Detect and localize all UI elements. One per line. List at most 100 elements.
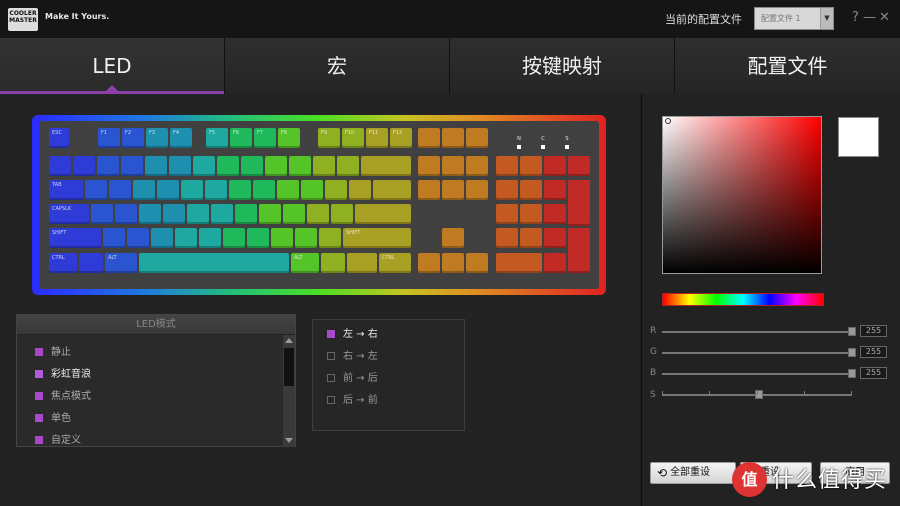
keyboard-key[interactable] <box>418 180 440 200</box>
keyboard-key[interactable] <box>544 253 566 273</box>
color-picker-cursor[interactable] <box>665 118 671 124</box>
keyboard-key[interactable]: F4 <box>170 128 192 148</box>
scroll-thumb[interactable] <box>284 348 294 386</box>
saturation-value-picker[interactable] <box>662 116 822 274</box>
keyboard-key[interactable] <box>289 156 311 176</box>
tab-key-mapping[interactable]: 按键映射 <box>450 38 675 94</box>
keyboard-key[interactable] <box>466 180 488 200</box>
keyboard-key[interactable]: F6 <box>230 128 252 148</box>
blue-value[interactable]: 255 <box>860 367 887 379</box>
keyboard-key[interactable] <box>139 253 289 273</box>
keyboard-key[interactable] <box>151 228 173 248</box>
keyboard-key[interactable] <box>373 180 411 200</box>
keyboard-key[interactable] <box>199 228 221 248</box>
keyboard-key[interactable] <box>133 180 155 200</box>
keyboard-key[interactable] <box>277 180 299 200</box>
chevron-down-icon[interactable]: ▼ <box>820 8 833 29</box>
keyboard-key[interactable] <box>265 156 287 176</box>
keyboard-key[interactable] <box>418 128 440 148</box>
tab-profile[interactable]: 配置文件 <box>675 38 900 94</box>
keyboard-key[interactable] <box>466 128 488 148</box>
keyboard-key[interactable]: F10 <box>342 128 364 148</box>
keyboard-key[interactable]: ALT <box>291 253 319 273</box>
keyboard-key[interactable] <box>544 228 566 248</box>
keyboard-key[interactable] <box>307 204 329 224</box>
direction-front-to-back[interactable]: 前 → 后 <box>327 369 378 384</box>
keyboard-key[interactable] <box>271 228 293 248</box>
keyboard-key[interactable] <box>187 204 209 224</box>
keyboard-key[interactable] <box>520 228 542 248</box>
keyboard-key[interactable] <box>568 228 590 273</box>
led-mode-static[interactable]: 静止 <box>35 343 71 358</box>
keyboard-key[interactable] <box>442 156 464 176</box>
keyboard-key[interactable]: SHIFT <box>49 228 101 248</box>
hue-slider[interactable] <box>662 293 824 306</box>
keyboard-key[interactable] <box>85 180 107 200</box>
keyboard-key[interactable] <box>442 253 464 273</box>
keyboard-key[interactable] <box>319 228 341 248</box>
keyboard-key[interactable] <box>205 180 227 200</box>
keyboard-key[interactable] <box>321 253 345 273</box>
keyboard-key[interactable] <box>442 228 464 248</box>
keyboard-key[interactable] <box>355 204 411 224</box>
keyboard-key[interactable] <box>175 228 197 248</box>
keyboard-key[interactable] <box>496 228 518 248</box>
keyboard-key[interactable] <box>544 180 566 200</box>
keyboard-key[interactable] <box>193 156 215 176</box>
tab-macro[interactable]: 宏 <box>225 38 450 94</box>
keyboard-key[interactable] <box>157 180 179 200</box>
keyboard-key[interactable]: TAB <box>49 180 83 200</box>
keyboard-key[interactable] <box>241 156 263 176</box>
keyboard-key[interactable] <box>115 204 137 224</box>
help-icon[interactable]: ? <box>852 10 859 25</box>
keyboard-key[interactable] <box>442 180 464 200</box>
keyboard-key[interactable] <box>442 128 464 148</box>
keyboard-key[interactable]: F1 <box>98 128 120 148</box>
keyboard-key[interactable]: F12 <box>390 128 412 148</box>
keyboard-key[interactable] <box>325 180 347 200</box>
green-value[interactable]: 255 <box>860 346 887 358</box>
keyboard-key[interactable] <box>223 228 245 248</box>
led-mode-custom[interactable]: 自定义 <box>35 431 81 446</box>
keyboard-key[interactable] <box>347 253 377 273</box>
keyboard-key[interactable] <box>466 156 488 176</box>
keyboard-key[interactable]: F9 <box>318 128 340 148</box>
keyboard-key[interactable] <box>544 156 566 176</box>
keyboard-key[interactable] <box>496 204 518 224</box>
keyboard-key[interactable] <box>313 156 335 176</box>
keyboard-key[interactable] <box>97 156 119 176</box>
keyboard-key[interactable] <box>163 204 185 224</box>
keyboard-key[interactable] <box>283 204 305 224</box>
keyboard-key[interactable] <box>520 156 542 176</box>
reset-all-button[interactable]: ⟲ 全部重设 <box>650 462 736 484</box>
keyboard-key[interactable]: ALT <box>105 253 137 273</box>
green-slider-thumb[interactable] <box>848 348 856 357</box>
led-mode-focus[interactable]: 焦点模式 <box>35 387 91 402</box>
keyboard-key[interactable] <box>247 228 269 248</box>
direction-right-to-left[interactable]: 右 → 左 <box>327 347 378 362</box>
keyboard-key[interactable] <box>145 156 167 176</box>
keyboard-key[interactable] <box>544 204 566 224</box>
keyboard-key[interactable] <box>418 253 440 273</box>
led-mode-single-color[interactable]: 单色 <box>35 409 71 424</box>
keyboard-key[interactable]: F2 <box>122 128 144 148</box>
keyboard-key[interactable]: SHIFT <box>343 228 411 248</box>
keyboard-key[interactable] <box>568 156 590 176</box>
keyboard-key[interactable] <box>466 253 488 273</box>
keyboard-key[interactable]: CAPSLK <box>49 204 89 224</box>
direction-left-to-right[interactable]: 左 → 右 <box>327 325 378 340</box>
keyboard-key[interactable]: CTRL <box>49 253 77 273</box>
keyboard-key[interactable] <box>79 253 103 273</box>
profile-dropdown[interactable]: 配置文件 1 ▼ <box>754 7 834 30</box>
keyboard-key[interactable] <box>127 228 149 248</box>
keyboard-key[interactable] <box>361 156 411 176</box>
red-value[interactable]: 255 <box>860 325 887 337</box>
blue-slider[interactable] <box>662 373 852 375</box>
keyboard-key[interactable] <box>496 253 542 273</box>
keyboard-key[interactable] <box>211 204 233 224</box>
blue-slider-thumb[interactable] <box>848 369 856 378</box>
keyboard-key[interactable]: CTRL <box>379 253 411 273</box>
scroll-up-icon[interactable] <box>285 338 293 343</box>
direction-back-to-front[interactable]: 后 → 前 <box>327 391 378 406</box>
checkbox[interactable] <box>327 352 335 360</box>
